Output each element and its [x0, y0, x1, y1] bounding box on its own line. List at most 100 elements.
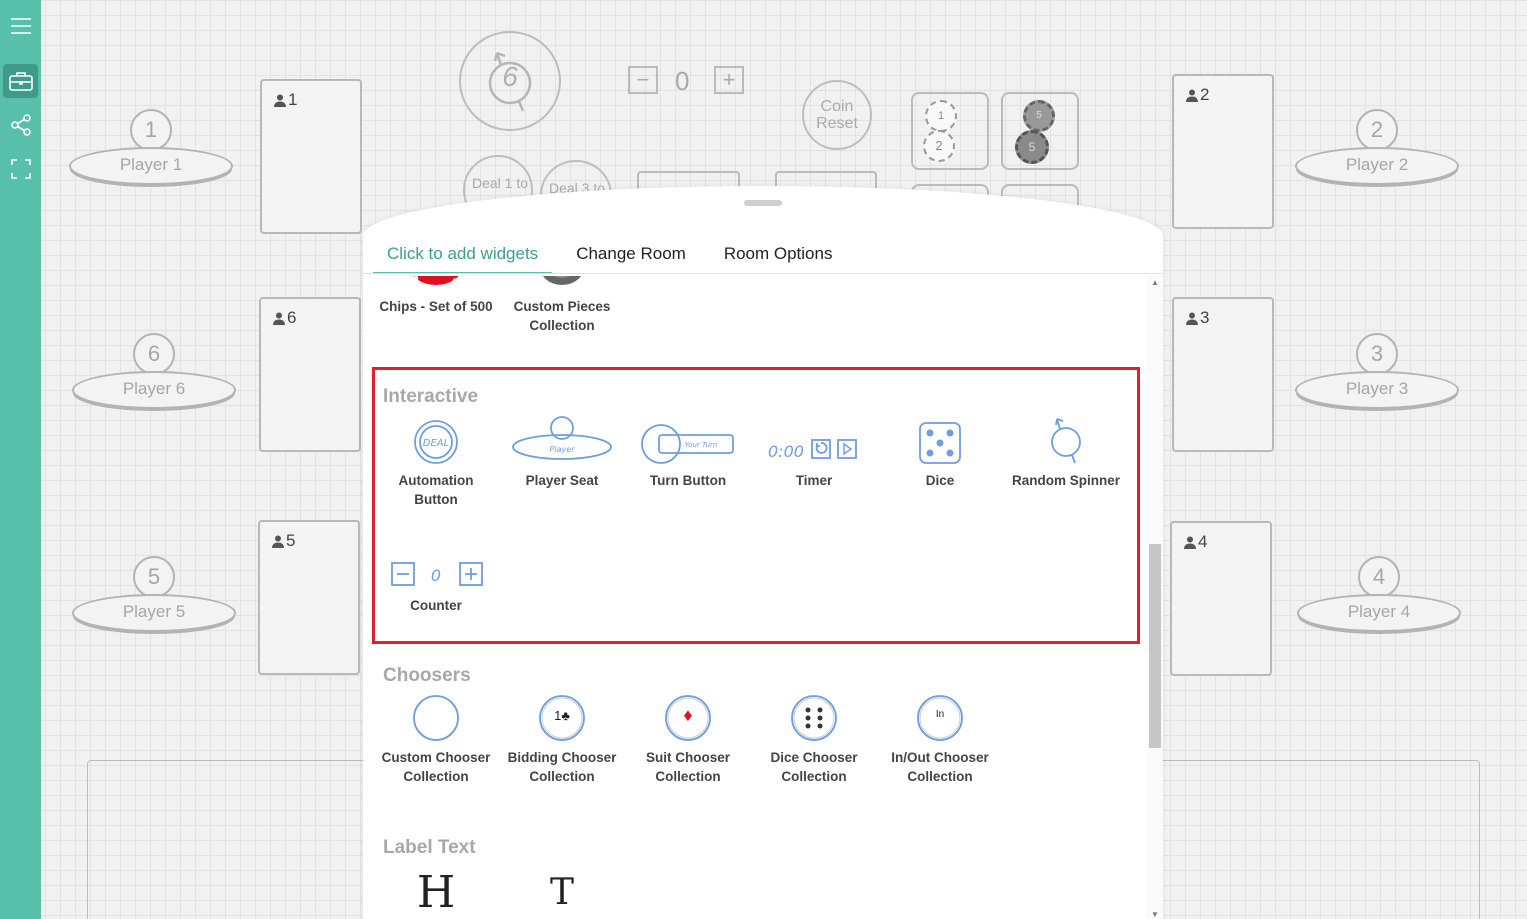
coin-reset-label: Coin Reset [816, 98, 858, 132]
widget-name: Automation Button [398, 473, 474, 507]
tab-room-options[interactable]: Room Options [710, 244, 847, 274]
widget-plain-text[interactable]: T [502, 866, 622, 919]
widget-name: Player Seat [525, 473, 599, 488]
red-chip-icon [413, 276, 459, 291]
widget-inout-chooser[interactable]: In In/Out Chooser Collection [880, 688, 1000, 786]
hand-1[interactable]: 1 [260, 79, 362, 234]
counter-minus-button[interactable]: − [628, 66, 658, 94]
fullscreen-button[interactable] [3, 152, 38, 186]
person-icon [274, 94, 286, 107]
hand-2[interactable]: 2 [1172, 74, 1274, 229]
panel-tabs: Click to add widgets Change Room Room Op… [373, 244, 856, 274]
hand-label: 4 [1198, 532, 1208, 551]
widget-timer[interactable]: 0:00 Timer [754, 411, 874, 490]
seat-number: 4 [1358, 556, 1400, 598]
turn-button-icon: Your Turn [641, 424, 734, 464]
widget-panel: Click to add widgets Change Room Room Op… [363, 186, 1163, 919]
spinner-icon [1051, 418, 1081, 464]
widget-dice-chooser[interactable]: Dice Chooser Collection [754, 688, 874, 786]
widget-automation-button[interactable]: DEAL Automation Button [376, 411, 496, 509]
widget-custom-chooser[interactable]: Custom Chooser Collection [376, 688, 496, 786]
heading-icon: H [416, 867, 456, 918]
widget-bidding-chooser[interactable]: 1♣ Bidding Chooser Collection [502, 688, 622, 786]
your-turn-icon-text: Your Turn [685, 441, 718, 449]
tab-change-room[interactable]: Change Room [562, 244, 700, 274]
timer-icon: 0:00 [768, 439, 857, 461]
counter-icon-text: 0 [431, 566, 441, 585]
section-title-interactive: Interactive [383, 386, 479, 407]
menu-icon [10, 18, 31, 34]
inout-glyph: In [935, 709, 945, 720]
text-icon: T [549, 872, 574, 913]
chip-1[interactable]: 1 [925, 100, 957, 132]
hand-label: 5 [286, 531, 296, 550]
hand-4[interactable]: 4 [1170, 521, 1272, 676]
hand-label: 6 [287, 308, 297, 327]
dice-chooser-icon [791, 695, 837, 741]
seat-number: 1 [130, 109, 172, 151]
deal-icon-text: DEAL [423, 438, 449, 449]
hand-5[interactable]: 5 [258, 520, 360, 675]
chip-2[interactable]: 2 [923, 130, 955, 162]
seat-label: Player 3 [1295, 371, 1459, 409]
widget-turn-button[interactable]: Your Turn Turn Button [628, 411, 748, 490]
person-icon [1186, 312, 1198, 325]
coin-reset-button[interactable]: Coin Reset [802, 80, 872, 150]
counter-value: 0 [675, 66, 690, 96]
chip-5a-value: 5 [1036, 110, 1042, 121]
share-icon [10, 114, 31, 136]
chip-holder-2[interactable]: 5 5 [1001, 92, 1079, 170]
person-icon [273, 312, 285, 325]
widget-list: Chips - Set of 500 Custom Pieces Collect… [363, 276, 1147, 919]
player-seat-icon: Player [512, 416, 612, 460]
panel-scrollbar-thumb[interactable] [1149, 544, 1161, 748]
panel-drag-handle[interactable] [744, 200, 782, 206]
widget-heading-text[interactable]: H [376, 866, 496, 919]
deal-1-label: Deal 1 to [471, 175, 529, 191]
widget-name: Turn Button [649, 473, 727, 488]
fullscreen-icon [10, 159, 31, 179]
widget-chips-set[interactable]: Chips - Set of 500 [376, 276, 496, 316]
custom-chooser-icon [413, 695, 459, 741]
random-spinner[interactable]: 6 [459, 31, 561, 131]
widget-player-seat[interactable]: Player Player Seat [502, 411, 622, 490]
bidding-glyph: 1♣ [554, 708, 570, 723]
widget-suit-chooser[interactable]: ♦ Suit Chooser Collection [628, 688, 748, 786]
hand-3[interactable]: 3 [1172, 297, 1274, 452]
seat-label: Player 6 [72, 371, 236, 409]
chip-5a[interactable]: 5 [1023, 100, 1055, 132]
seat-label: Player 4 [1297, 594, 1461, 632]
scroll-up-arrow[interactable]: ▲ [1151, 278, 1159, 287]
widget-counter[interactable]: 0 Counter [376, 536, 496, 615]
seat-number: 6 [133, 333, 175, 375]
widget-name: Bidding Chooser Collection [507, 750, 617, 784]
left-sidebar [0, 0, 41, 919]
widget-name: Dice [925, 473, 955, 488]
person-icon [1184, 536, 1196, 549]
menu-button[interactable] [3, 9, 38, 43]
timer-icon-text: 0:00 [768, 442, 804, 461]
player-icon-text: Player [550, 445, 576, 454]
widgets-button[interactable] [3, 64, 38, 98]
scroll-down-arrow[interactable]: ▼ [1151, 910, 1159, 919]
widget-name: Counter [410, 598, 462, 613]
chip-holder-1[interactable]: 1 2 [911, 92, 989, 170]
tab-divider [363, 273, 1163, 274]
widget-dice[interactable]: Dice [880, 411, 1000, 490]
widget-random-spinner[interactable]: Random Spinner [1006, 411, 1126, 490]
share-button[interactable] [3, 108, 38, 142]
seat-number: 5 [133, 556, 175, 598]
deal-button-icon: DEAL [414, 420, 458, 464]
widget-name: In/Out Chooser Collection [891, 750, 989, 784]
chip-5b-value: 5 [1028, 140, 1036, 154]
chip-5b[interactable]: 5 [1015, 130, 1049, 164]
chip-1-value: 1 [937, 110, 945, 122]
seat-label: Player 1 [69, 147, 233, 185]
counter-plus-button[interactable]: + [714, 66, 744, 94]
widget-name: Timer [795, 473, 833, 488]
tab-click-to-add-widgets[interactable]: Click to add widgets [373, 244, 553, 274]
counter-icon: 0 [391, 562, 483, 586]
widget-custom-pieces[interactable]: Custom Pieces Collection [502, 276, 622, 335]
hand-6[interactable]: 6 [259, 297, 361, 452]
section-title-label-text: Label Text [383, 837, 476, 858]
